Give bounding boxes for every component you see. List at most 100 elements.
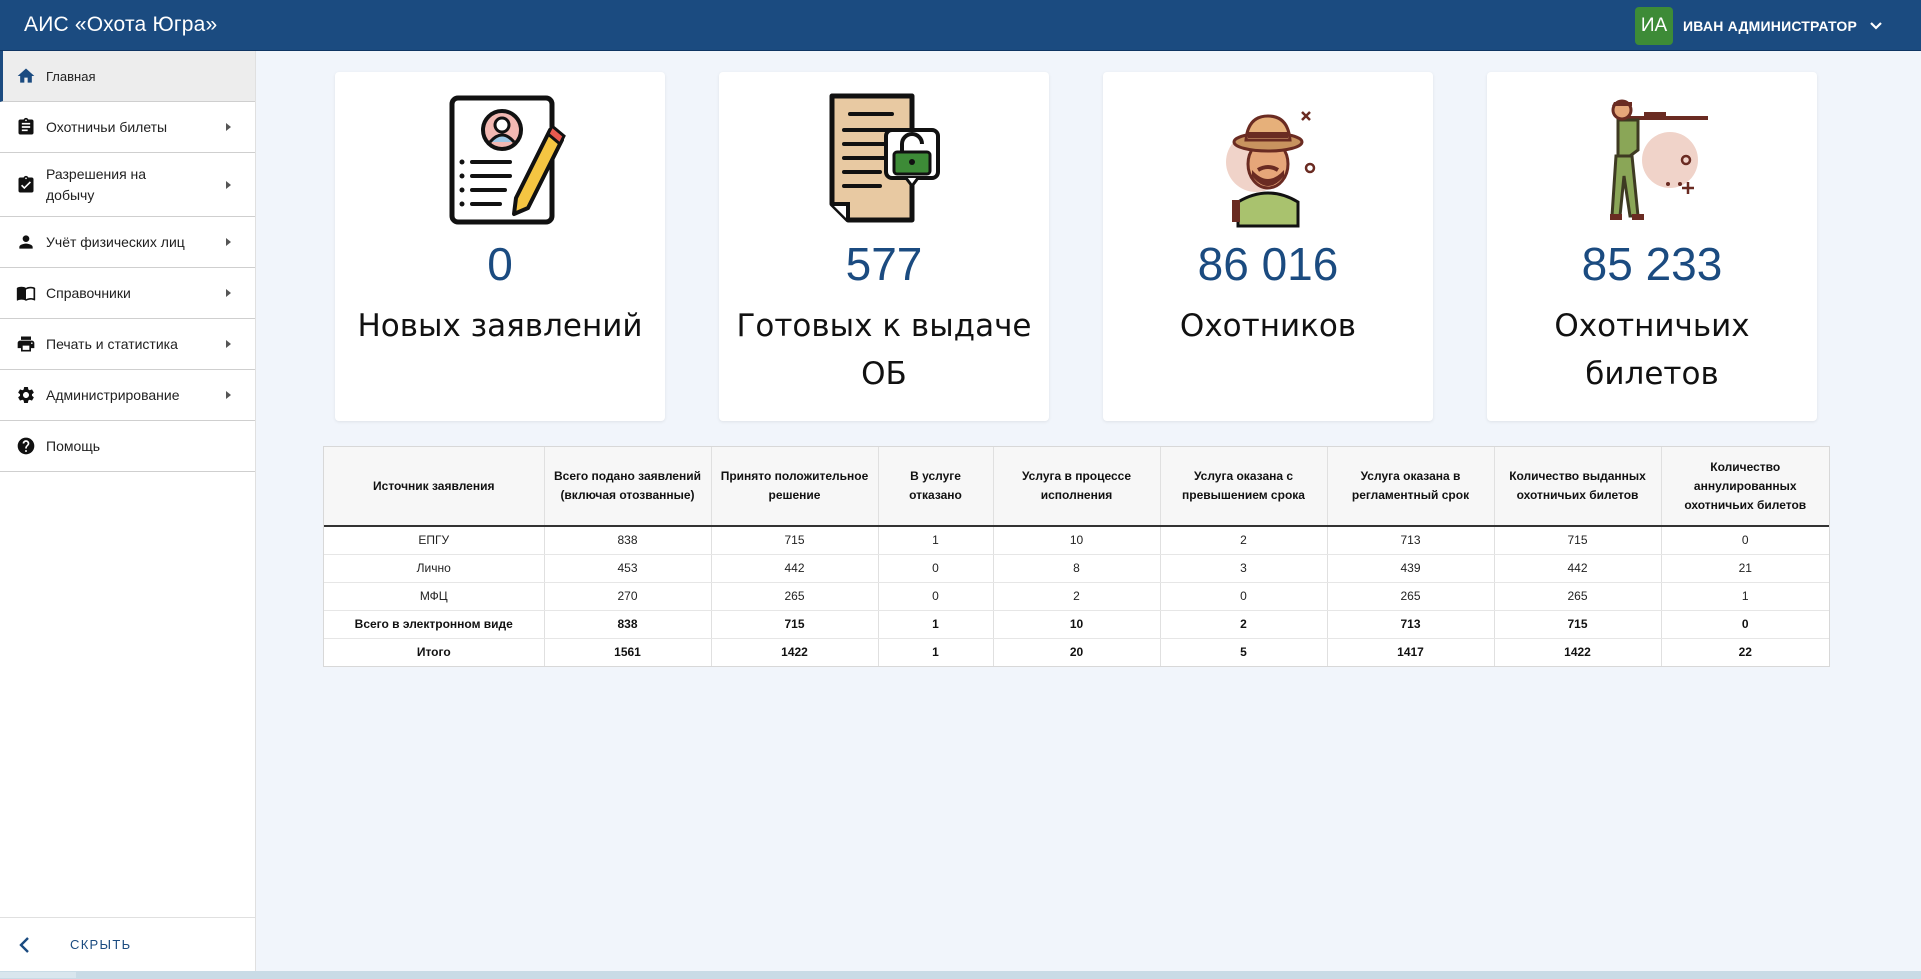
table-row: МФЦ 270 265 0 2 0 265 265 1 (324, 582, 1829, 611)
clipboard-check-icon (14, 173, 38, 197)
column-header[interactable]: Количество выданных охотничьих билетов (1494, 447, 1662, 527)
sidebar-item-help[interactable]: Помощь (0, 421, 255, 472)
table-cell: 3 (1160, 554, 1328, 583)
column-header[interactable]: Услуга в процессе исполнения (993, 447, 1161, 527)
table-cell: 265 (711, 582, 879, 611)
table-cell: 8 (993, 554, 1161, 583)
sidebar-item-label: Справочники (46, 284, 131, 301)
table-cell: Лично (324, 554, 545, 583)
table-cell: 713 (1327, 526, 1495, 555)
table-cell: 0 (1661, 610, 1829, 639)
table-cell: 439 (1327, 554, 1495, 583)
sidebar-item-permits[interactable]: Разрешения на добычу (0, 153, 255, 217)
hunting-tickets-value: 85 233 (1581, 238, 1723, 290)
sidebar-item-label: Охотничьи билеты (46, 118, 168, 135)
sidebar-item-label: Учёт физических лиц (46, 233, 185, 250)
hide-sidebar-button[interactable]: СКРЫТЬ (0, 918, 255, 971)
table-cell: 0 (878, 554, 994, 583)
sidebar-item-print-stats[interactable]: Печать и статистика (0, 319, 255, 370)
clipboard-icon (14, 115, 38, 139)
caret-right-icon (226, 123, 231, 131)
table-cell: 1 (878, 610, 994, 639)
sidebar-item-home[interactable]: Главная (0, 51, 255, 102)
new-applications-value: 0 (487, 238, 513, 290)
hunters-label: Охотников (1179, 308, 1357, 344)
help-icon (14, 434, 38, 458)
hide-sidebar-label: СКРЫТЬ (70, 937, 132, 952)
column-header[interactable]: В услуге отказано (878, 447, 994, 527)
sidebar-footer: СКРЫТЬ (0, 917, 255, 971)
caret-right-icon (226, 180, 231, 189)
table-cell: 10 (993, 526, 1161, 555)
document-unlocked-icon (814, 90, 954, 230)
column-header[interactable]: Услуга оказана в регламентный срок (1327, 447, 1495, 527)
table-row-total-electronic: Всего в электронном виде 838 715 1 10 2 … (324, 610, 1829, 639)
table-cell: 1 (1661, 582, 1829, 611)
table-cell: 715 (711, 610, 879, 639)
scrollbar-thumb[interactable] (0, 972, 76, 978)
column-header[interactable]: Принято положительное решение (711, 447, 879, 527)
column-header[interactable]: Услуга оказана с превышением срока (1160, 447, 1328, 527)
table-cell: 22 (1738, 645, 1752, 660)
caret-right-icon (226, 391, 231, 399)
top-app-bar: АИС «Охота Югра» ИА ИВАН АДМИНИСТРАТОР (0, 0, 1921, 51)
sidebar-item-hunting-tickets[interactable]: Охотничьи билеты (0, 102, 255, 153)
table-cell: 1417 (1327, 638, 1495, 666)
table-row: ЕПГУ 838 715 1 10 2 713 715 0 (324, 526, 1829, 555)
sidebar-item-label: Помощь (46, 437, 101, 454)
book-icon (14, 281, 38, 305)
sidebar-item-admin[interactable]: Администрирование (0, 370, 255, 421)
stat-card-ready-tickets: 577 Готовых к выдаче ОБ (719, 72, 1049, 421)
table-cell: 1 (878, 526, 994, 555)
sidebar-item-label: Главная (46, 68, 96, 84)
home-icon (14, 64, 38, 88)
chevron-left-icon (12, 933, 36, 957)
table-cell: ЕПГУ (324, 526, 545, 555)
sidebar-item-persons[interactable]: Учёт физических лиц (0, 217, 255, 268)
table-cell: 0 (1160, 582, 1328, 611)
caret-right-icon (226, 289, 231, 297)
sidebar-item-label: Разрешения на добычу (46, 165, 147, 203)
sidebar-item-label: Администрирование (46, 386, 180, 403)
table-cell: 270 (544, 582, 712, 611)
table-cell: 265 (1327, 582, 1495, 611)
table-cell: 1 (878, 638, 994, 666)
table-cell: 442 (1494, 554, 1662, 583)
table-cell: 10 (993, 610, 1161, 639)
column-header[interactable]: Всего подано заявлений (включая отозванн… (544, 447, 712, 527)
table-cell: 2 (1160, 610, 1328, 639)
table-cell: 715 (1494, 610, 1662, 639)
column-header[interactable]: Количество аннулированных охотничьих бил… (1661, 447, 1829, 527)
table-cell: 21 (1661, 554, 1829, 583)
table-cell: 838 (544, 610, 712, 639)
table-cell: 715 (711, 526, 879, 555)
printer-icon (14, 332, 38, 356)
statistics-table: Источник заявления Всего подано заявлени… (323, 446, 1830, 667)
stat-card-hunting-tickets: 85 233 Охотничьих билетов (1487, 72, 1817, 421)
rifleman-icon (1582, 90, 1722, 230)
table-cell: МФЦ (324, 582, 545, 611)
horizontal-scrollbar[interactable] (0, 971, 1921, 979)
stat-card-new-applications: 0 Новых заявлений (335, 72, 665, 421)
ready-tickets-value: 577 (845, 238, 923, 290)
table-cell: 1422 (711, 638, 879, 666)
table-cell: 265 (1494, 582, 1662, 611)
column-header[interactable]: Источник заявления (324, 447, 545, 527)
stat-card-hunters: 86 016 Охотников (1103, 72, 1433, 421)
table-cell: 1422 (1494, 638, 1662, 666)
table-cell: 0 (1661, 526, 1829, 555)
sidebar: Главная Охотничьи билеты Разрешения на д… (0, 51, 256, 971)
user-menu[interactable]: ИА ИВАН АДМИНИСТРАТОР (1635, 7, 1883, 45)
table-cell: 1561 (544, 638, 712, 666)
avatar: ИА (1635, 7, 1674, 45)
sidebar-item-dictionaries[interactable]: Справочники (0, 268, 255, 319)
application-form-icon (430, 90, 570, 230)
app-title: АИС «Охота Югра» (24, 13, 218, 36)
hunting-tickets-label: Охотничьих билетов (1554, 308, 1750, 392)
table-cell: 442 (711, 554, 879, 583)
gear-icon (14, 383, 38, 407)
table-cell: 5 (1160, 638, 1328, 666)
sidebar-item-label: Печать и статистика (46, 335, 178, 352)
person-icon (14, 230, 38, 254)
hunters-value: 86 016 (1197, 238, 1339, 290)
